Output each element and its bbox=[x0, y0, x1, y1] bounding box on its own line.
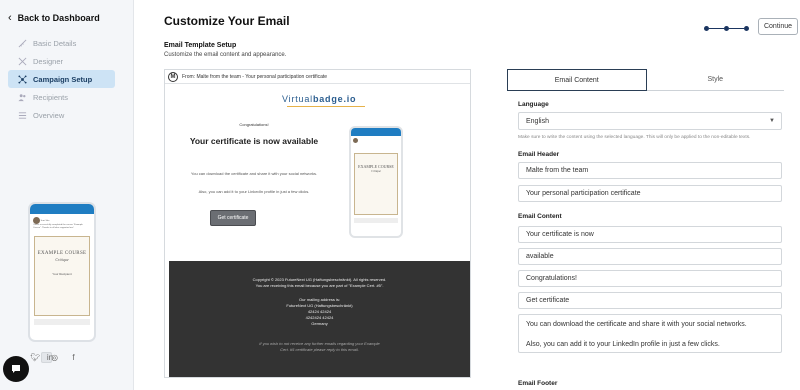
users-icon bbox=[18, 93, 26, 101]
sidebar-nav: Basic Details Designer Campaign Setup Re… bbox=[8, 34, 115, 124]
sidebar-item-label: Overview bbox=[33, 110, 65, 120]
logo-text-a: Virtual bbox=[282, 94, 313, 104]
content-headline2-input[interactable]: available bbox=[518, 248, 782, 265]
language-value: English bbox=[526, 117, 549, 125]
phone-footer bbox=[354, 218, 398, 223]
email-preview-body: Virtualbadge.io Congratulations! Your ce… bbox=[169, 84, 470, 377]
phone-topbar bbox=[351, 128, 401, 136]
sidebar-item-label: Designer bbox=[33, 56, 64, 66]
email-footer: Copyright © 2023 FutureNext UG (Haftungs… bbox=[169, 261, 470, 377]
email-content-label: Email Content bbox=[518, 213, 562, 220]
poster-name: Suzi Sho bbox=[40, 220, 50, 223]
sidebar-item-campaign-setup[interactable]: Campaign Setup bbox=[8, 70, 115, 88]
sidebar-item-basic-details[interactable]: Basic Details bbox=[8, 34, 115, 52]
email-headline: Your certificate is now available bbox=[189, 136, 319, 146]
caret-down-icon: ▼ bbox=[769, 118, 775, 124]
email-phone-mockup: EXAMPLE COURSE Critique bbox=[349, 126, 403, 238]
logo-text-b: badge.io bbox=[312, 94, 357, 104]
email-footer-label: Email Footer bbox=[518, 380, 558, 387]
sidebar-item-label: Basic Details bbox=[33, 38, 77, 48]
textarea-line: You can download the certificate and sha… bbox=[526, 321, 747, 328]
back-label: Back to Dashboard bbox=[17, 13, 100, 23]
language-select[interactable]: English ▼ bbox=[518, 112, 782, 130]
sidebar: ‹ Back to Dashboard Basic Details Design… bbox=[0, 0, 134, 390]
step-dot bbox=[744, 26, 749, 31]
avatar bbox=[353, 138, 358, 143]
phone-topbar bbox=[30, 204, 94, 214]
sidebar-item-label: Campaign Setup bbox=[33, 74, 93, 84]
footer-note: If you wish to not receive any further e… bbox=[259, 341, 380, 352]
tools-icon bbox=[18, 57, 27, 65]
chat-button[interactable] bbox=[3, 356, 29, 382]
linkedin-icon[interactable]: in bbox=[41, 352, 53, 363]
email-preview: M From: Malte from the team - Your perso… bbox=[164, 69, 471, 378]
email-paragraph-2: Also, you can add it to your LinkedIn pr… bbox=[198, 189, 310, 194]
email-settings-panel: Email Content Style Language English ▼ M… bbox=[507, 69, 784, 390]
content-congrats-input[interactable]: Congratulations! bbox=[518, 270, 782, 287]
social-icons: in 🐦︎ ◎ f bbox=[30, 352, 79, 363]
step-line bbox=[709, 28, 724, 29]
ruler-icon bbox=[18, 39, 27, 47]
get-certificate-button[interactable]: Get certificate bbox=[210, 210, 256, 226]
language-label: Language bbox=[518, 101, 549, 108]
post-text: I have successfully completed the course… bbox=[33, 224, 83, 229]
main-content: Customize Your Email Continue Email Temp… bbox=[134, 0, 800, 390]
content-body-textarea[interactable]: You can download the certificate and sha… bbox=[518, 314, 782, 353]
logo: Virtualbadge.io bbox=[282, 94, 356, 104]
email-header-label: Email Header bbox=[518, 151, 560, 158]
email-paragraph-1: You can download the certificate and sha… bbox=[190, 171, 318, 176]
facebook-icon[interactable]: f bbox=[68, 352, 79, 363]
tab-style[interactable]: Style bbox=[646, 69, 784, 91]
network-icon bbox=[18, 74, 27, 84]
from-line: From: Malte from the team - Your persona… bbox=[182, 73, 328, 80]
header-sender-input[interactable]: Malte from the team bbox=[518, 162, 782, 179]
phone-post bbox=[351, 136, 401, 150]
cert-recipient: Your Recipient bbox=[52, 272, 72, 276]
email-preview-header: M From: Malte from the team - Your perso… bbox=[165, 70, 470, 84]
content-button-input[interactable]: Get certificate bbox=[518, 292, 782, 309]
header-subject-input[interactable]: Your personal participation certificate bbox=[518, 185, 782, 202]
cert-subtitle: Critique bbox=[370, 169, 381, 173]
sender-avatar: M bbox=[168, 71, 178, 82]
page-title: Customize Your Email bbox=[164, 14, 290, 28]
step-indicator bbox=[704, 26, 749, 31]
cert-title: EXAMPLE COURSE bbox=[37, 251, 87, 256]
language-hint: Make sure to write the content using the… bbox=[518, 135, 751, 140]
tab-bar: Email Content Style bbox=[507, 69, 784, 91]
sidebar-item-designer[interactable]: Designer bbox=[8, 52, 115, 70]
phone-post: Suzi Sho I have successfully completed t… bbox=[30, 214, 94, 233]
chat-icon bbox=[12, 365, 20, 373]
list-icon bbox=[18, 111, 27, 119]
content-headline-input[interactable]: Your certificate is now bbox=[518, 226, 782, 243]
phone-certificate: EXAMPLE COURSE Critique bbox=[354, 153, 398, 215]
continue-button[interactable]: Continue bbox=[758, 18, 798, 35]
logo-underline bbox=[287, 106, 365, 107]
sidebar-item-recipients[interactable]: Recipients bbox=[8, 88, 115, 106]
cert-subtitle: Critique bbox=[55, 257, 69, 262]
sidebar-item-overview[interactable]: Overview bbox=[8, 106, 115, 124]
twitter-icon[interactable]: 🐦︎ bbox=[30, 352, 41, 363]
chevron-left-icon: ‹ bbox=[8, 12, 12, 24]
textarea-line: Also, you can add it to your LinkedIn pr… bbox=[526, 341, 720, 348]
footer-address-line: Germany bbox=[311, 321, 328, 326]
phone-preview: Suzi Sho I have successfully completed t… bbox=[28, 202, 96, 342]
phone-footer bbox=[34, 319, 90, 325]
section-subtitle: Customize the email content and appearan… bbox=[164, 52, 287, 58]
email-congrats: Congratulations! bbox=[239, 122, 269, 127]
sidebar-item-label: Recipients bbox=[33, 92, 69, 102]
tab-email-content[interactable]: Email Content bbox=[507, 69, 647, 91]
section-title: Email Template Setup bbox=[164, 42, 237, 49]
phone-certificate: EXAMPLE COURSE Critique Your Recipient bbox=[34, 236, 90, 316]
back-to-dashboard-link[interactable]: ‹ Back to Dashboard bbox=[8, 12, 100, 24]
footer-reason: You are receiving this email because you… bbox=[255, 283, 384, 288]
step-line bbox=[729, 28, 744, 29]
avatar bbox=[33, 217, 40, 224]
